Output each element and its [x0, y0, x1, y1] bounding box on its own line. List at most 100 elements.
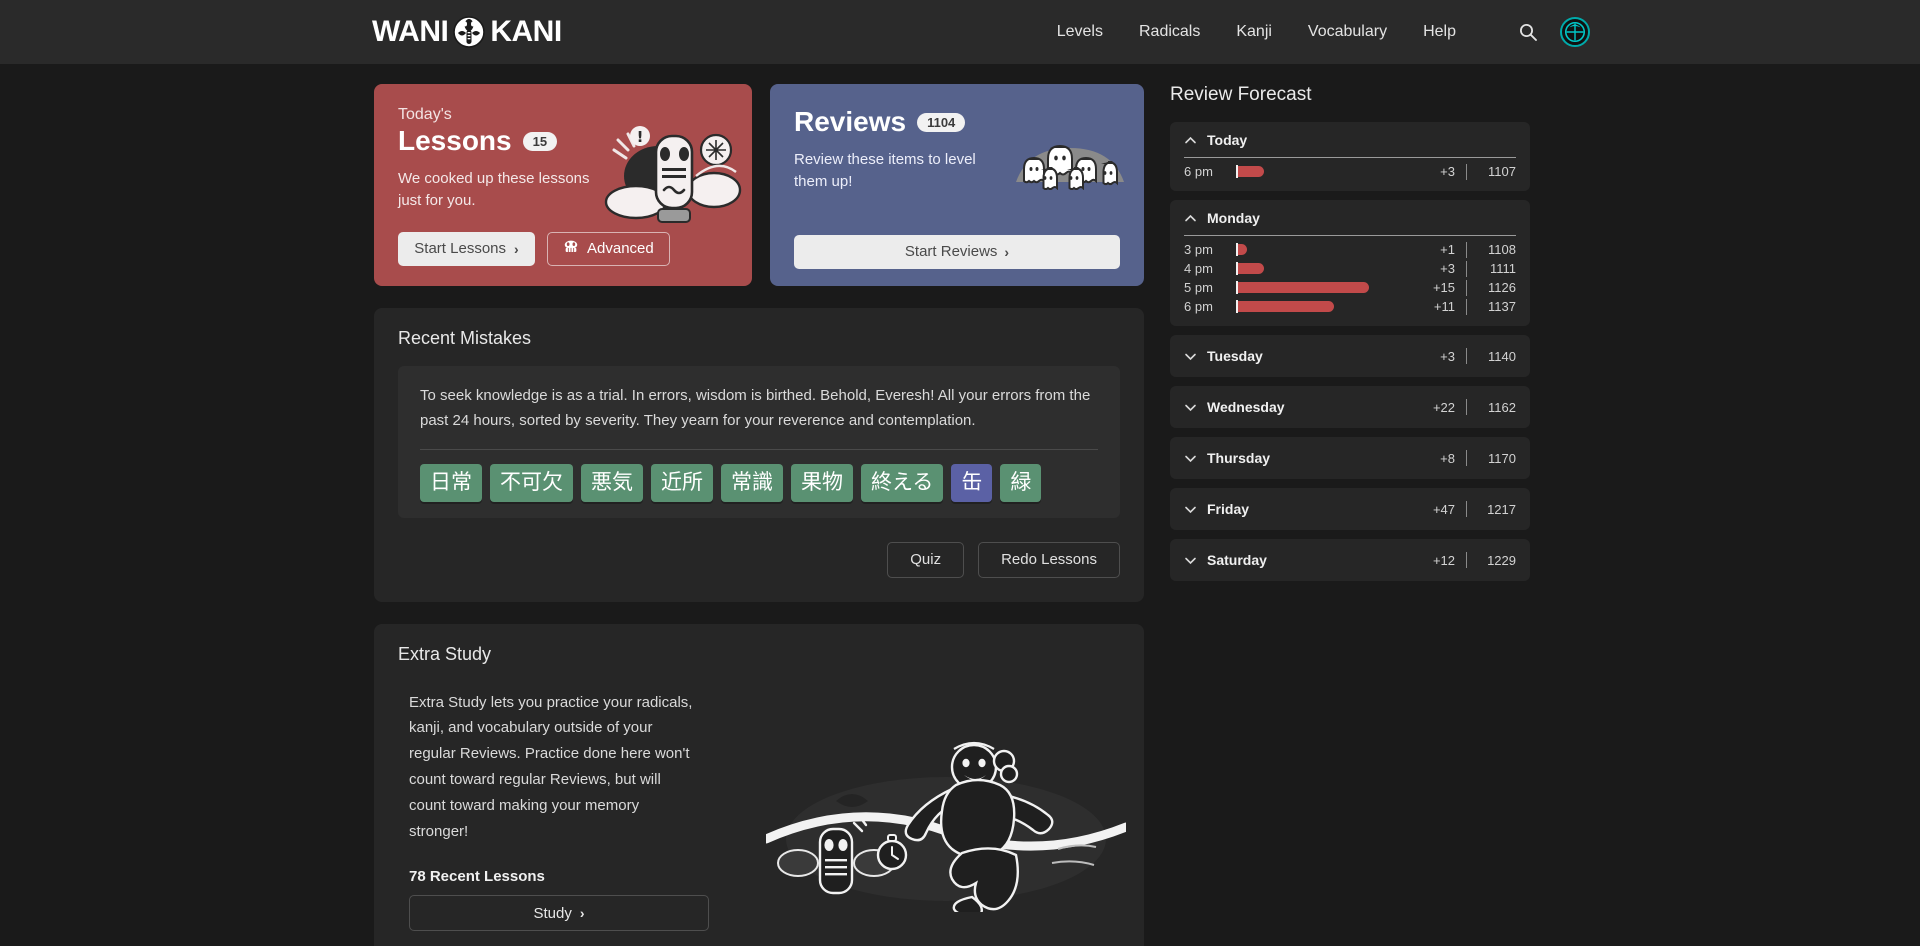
forecast-group-saturday[interactable]: Saturday +12 1229 [1170, 539, 1530, 581]
mistake-item[interactable]: 缶 [951, 463, 993, 502]
reviews-card: Reviews 1104 Review these items to level… [770, 84, 1144, 286]
search-icon[interactable] [1518, 22, 1538, 42]
chevron-down-icon [1184, 554, 1197, 567]
mistake-item[interactable]: 終える [861, 463, 944, 502]
divider [1466, 260, 1467, 277]
forecast-group-header[interactable]: Monday [1184, 210, 1516, 226]
chevron-down-icon [1184, 452, 1197, 465]
reviews-description: Review these items to level them up! [794, 151, 976, 190]
site-logo[interactable]: WANI KANI [372, 15, 562, 49]
chevron-right-icon: › [579, 905, 585, 922]
forecast-group-thursday[interactable]: Thursday +8 1170 [1170, 437, 1530, 479]
chevron-up-icon [1184, 212, 1197, 225]
start-reviews-label: Start Reviews [904, 243, 998, 260]
forecast-bar-track [1236, 243, 1413, 256]
lessons-card: Today's Lessons 15 We cooked up these le… [374, 84, 752, 286]
forecast-total: 1162 [1488, 399, 1516, 415]
runner-crossing-finish-line-illustration [761, 727, 1131, 917]
chevron-right-icon: › [514, 240, 519, 257]
dashboard-body: Today's Lessons 15 We cooked up these le… [0, 64, 1920, 946]
forecast-total: 1229 [1487, 552, 1516, 568]
recent-mistakes-title: Recent Mistakes [398, 328, 532, 348]
start-reviews-button[interactable]: Start Reviews › [794, 234, 1120, 269]
forecast-group-tuesday[interactable]: Tuesday +3 1140 [1170, 335, 1530, 377]
primary-nav: Levels Radicals Kanji Vocabulary Help [1057, 17, 1590, 47]
chevron-down-icon [1184, 401, 1197, 414]
forecast-bar-track [1236, 281, 1413, 294]
chevron-right-icon: › [1004, 243, 1010, 260]
forecast-group-today[interactable]: Today 6 pm +3 1107 [1170, 122, 1530, 191]
forecast-delta: +11 [1433, 299, 1455, 314]
nav-item-kanji[interactable]: Kanji [1236, 23, 1272, 41]
study-button[interactable]: Study › [409, 895, 709, 932]
forecast-bar-track [1236, 165, 1413, 178]
start-lessons-label: Start Lessons [414, 240, 507, 257]
forecast-total: 1140 [1488, 348, 1516, 364]
divider [1466, 399, 1467, 415]
mistake-item[interactable]: 緑 [1000, 463, 1042, 502]
forecast-day-label: Tuesday [1207, 348, 1263, 364]
recent-mistakes-item-list: 日常 不可欠 悪気 近所 常識 果物 終える 缶 緑 [420, 463, 1098, 502]
forecast-day-label: Friday [1207, 501, 1250, 517]
redo-lessons-button[interactable]: Redo Lessons [978, 541, 1120, 578]
forecast-hour-row: 3 pm +1 1108 [1184, 240, 1516, 259]
forecast-delta: +1 [1440, 242, 1455, 257]
user-avatar-icon[interactable] [1560, 17, 1590, 47]
forecast-delta: +3 [1440, 261, 1455, 276]
summary-cards-row: Today's Lessons 15 We cooked up these le… [374, 84, 1144, 286]
forecast-hour-row: 6 pm +11 1137 [1184, 297, 1516, 316]
mistake-item[interactable]: 不可欠 [490, 463, 573, 502]
forecast-bar-track [1236, 300, 1413, 313]
chevron-down-icon [1184, 503, 1197, 516]
mistake-item[interactable]: 近所 [651, 463, 713, 502]
forecast-group-header[interactable]: Today [1184, 132, 1516, 148]
mistake-item[interactable]: 日常 [420, 463, 482, 502]
nav-item-levels[interactable]: Levels [1057, 23, 1103, 41]
forecast-hour-label: 6 pm [1184, 299, 1213, 314]
forecast-group-wednesday[interactable]: Wednesday +22 1162 [1170, 386, 1530, 428]
nav-item-radicals[interactable]: Radicals [1139, 23, 1200, 41]
extra-study-panel: Extra Study Extra Study lets you practic… [374, 623, 1144, 946]
study-label: Study [533, 904, 572, 922]
reviews-count-badge: 1104 [917, 112, 966, 132]
advanced-lessons-button[interactable]: Advanced [547, 231, 670, 266]
divider [1466, 163, 1467, 180]
forecast-total: 1126 [1488, 280, 1516, 295]
forecast-delta: +3 [1440, 164, 1455, 179]
forecast-group-friday[interactable]: Friday +47 1217 [1170, 488, 1530, 530]
divider [1466, 279, 1467, 296]
forecast-total: 1170 [1488, 450, 1516, 466]
mistake-item[interactable]: 悪気 [581, 463, 643, 502]
lessons-count-badge: 15 [522, 131, 558, 151]
forecast-bar [1238, 166, 1265, 177]
recent-mistakes-actions: Quiz Redo Lessons [398, 541, 1120, 578]
extra-study-description: Extra Study lets you practice your radic… [409, 693, 693, 840]
lessons-description: We cooked up these lessons just for you. [398, 170, 590, 209]
nav-item-vocabulary[interactable]: Vocabulary [1308, 23, 1387, 41]
forecast-group-monday[interactable]: Monday 3 pm +1 1108 4 pm +3 1111 5 pm +1… [1170, 200, 1530, 326]
reviews-title: Reviews [794, 106, 907, 137]
extra-study-title: Extra Study [398, 643, 492, 664]
forecast-total: 1111 [1489, 261, 1516, 276]
mistake-item[interactable]: 果物 [791, 463, 853, 502]
quiz-button[interactable]: Quiz [887, 541, 965, 578]
forecast-hour-row: 6 pm +3 1107 [1184, 162, 1516, 181]
lessons-title-row: Lessons 15 [398, 125, 728, 157]
nav-item-help[interactable]: Help [1423, 23, 1456, 41]
crabigator-logo-icon [452, 15, 486, 49]
forecast-total: 1217 [1487, 501, 1516, 517]
forecast-hour-label: 4 pm [1184, 261, 1213, 276]
divider [1466, 241, 1467, 258]
forecast-hour-label: 6 pm [1184, 164, 1213, 179]
forecast-bar [1238, 301, 1335, 312]
extra-study-text-column: Extra Study lets you practice your radic… [398, 665, 709, 932]
extra-study-count: 78 Recent Lessons [409, 868, 545, 886]
forecast-delta: +47 [1432, 501, 1455, 517]
forecast-day-label: Monday [1207, 210, 1260, 226]
forecast-delta: +15 [1432, 280, 1455, 295]
mistake-item[interactable]: 常識 [721, 463, 783, 502]
recent-mistakes-body: To seek knowledge is as a trial. In erro… [420, 387, 1091, 429]
start-lessons-button[interactable]: Start Lessons › [398, 231, 535, 266]
logo-text-left: WANI [372, 15, 449, 48]
forecast-hour-label: 5 pm [1184, 280, 1213, 295]
